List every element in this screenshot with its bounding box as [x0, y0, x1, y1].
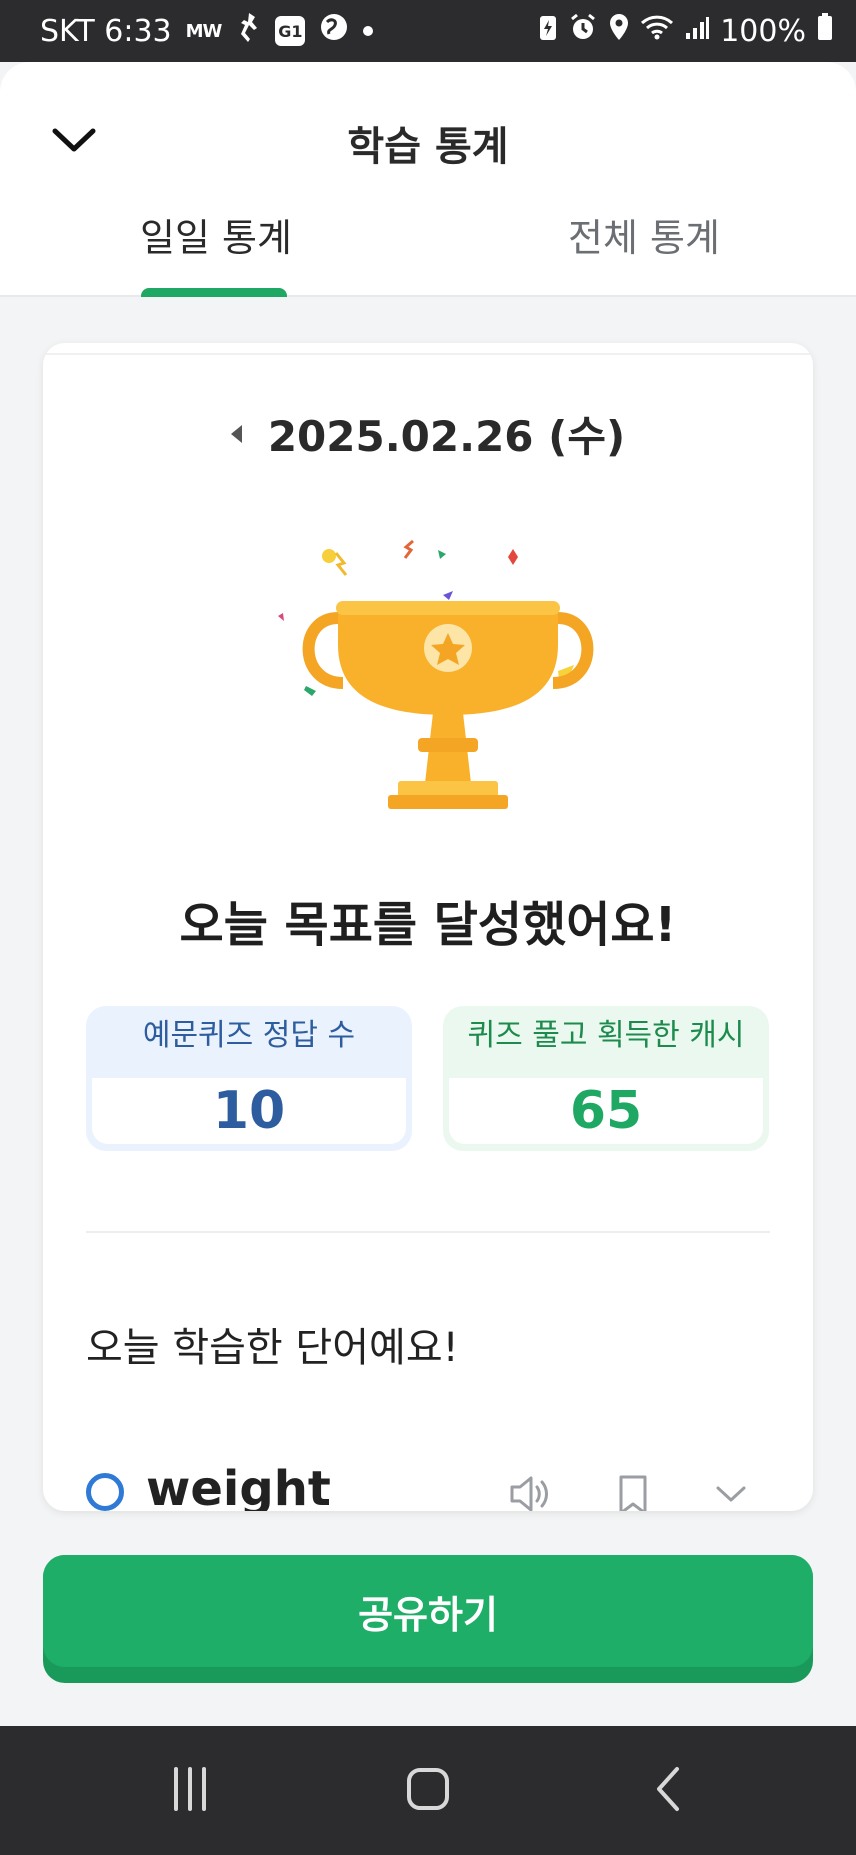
- battery-percent: 100%: [720, 13, 806, 49]
- back-icon: [653, 1766, 683, 1816]
- active-tab-indicator: [141, 288, 287, 297]
- alarm-icon: [568, 12, 598, 50]
- status-bar: SKT 6:33 MW G1 100%: [0, 0, 856, 62]
- mini-status-text: MW: [185, 20, 223, 42]
- home-button[interactable]: [388, 1756, 468, 1826]
- daily-stats-card[interactable]: 2025.02.26 (수) 오늘 목표를 달성했어요! 예문퀴즈 정답 수 1…: [43, 343, 813, 1511]
- recent-apps-button[interactable]: [150, 1756, 230, 1826]
- word-list-item[interactable]: weight: [86, 1451, 770, 1511]
- app-badge-icon: G1: [275, 16, 306, 46]
- recent-apps-icon: [170, 1767, 210, 1815]
- date-navigator: 2025.02.26 (수): [43, 403, 813, 464]
- stat-value-box: 65: [449, 1078, 763, 1144]
- stat-value: 10: [212, 1081, 286, 1141]
- word-text: weight: [146, 1461, 331, 1511]
- stat-value: 65: [569, 1081, 643, 1141]
- stat-label: 퀴즈 풀고 획득한 캐시: [467, 1018, 745, 1053]
- stat-label: 예문퀴즈 정답 수: [142, 1018, 356, 1053]
- share-button[interactable]: 공유하기: [43, 1555, 813, 1683]
- share-button-face: 공유하기: [43, 1555, 813, 1667]
- location-icon: [608, 12, 630, 50]
- battery-icon: [816, 12, 834, 50]
- previous-date-icon[interactable]: [230, 424, 242, 443]
- carrier-time: SKT 6:33: [40, 13, 172, 49]
- word-status-circle-icon: [86, 1473, 124, 1511]
- runner-icon: [235, 11, 261, 51]
- chevron-down-icon[interactable]: [706, 1469, 756, 1511]
- learned-words-title: 오늘 학습한 단어예요!: [86, 1325, 459, 1371]
- signal-icon: [684, 14, 710, 49]
- app-logo-icon: [319, 12, 349, 50]
- system-nav-bar: [0, 1726, 856, 1855]
- tab-daily-stats[interactable]: 일일 통계: [140, 207, 292, 262]
- page-title: 학습 통계: [347, 124, 509, 170]
- tab-total-stats[interactable]: 전체 통계: [568, 207, 720, 262]
- wifi-icon: [640, 13, 674, 49]
- achievement-message: 오늘 목표를 달성했어요!: [179, 897, 677, 953]
- quiz-correct-stat: 예문퀴즈 정답 수 10: [86, 1006, 412, 1151]
- card-divider: [43, 353, 813, 355]
- back-button[interactable]: [628, 1756, 708, 1826]
- header-sheet: 학습 통계 일일 통계 전체 통계: [0, 62, 856, 297]
- battery-saver-icon: [538, 12, 558, 50]
- home-icon: [406, 1767, 450, 1815]
- notification-dot-icon: [363, 26, 374, 36]
- share-button-label: 공유하기: [358, 1592, 498, 1637]
- trophy-illustration: [218, 533, 678, 853]
- stat-value-box: 10: [92, 1078, 406, 1144]
- speaker-icon[interactable]: [504, 1469, 554, 1511]
- section-divider: [86, 1231, 770, 1233]
- bookmark-icon[interactable]: [608, 1469, 658, 1511]
- selected-date: 2025.02.26 (수): [267, 412, 626, 461]
- cash-earned-stat: 퀴즈 풀고 획득한 캐시 65: [443, 1006, 769, 1151]
